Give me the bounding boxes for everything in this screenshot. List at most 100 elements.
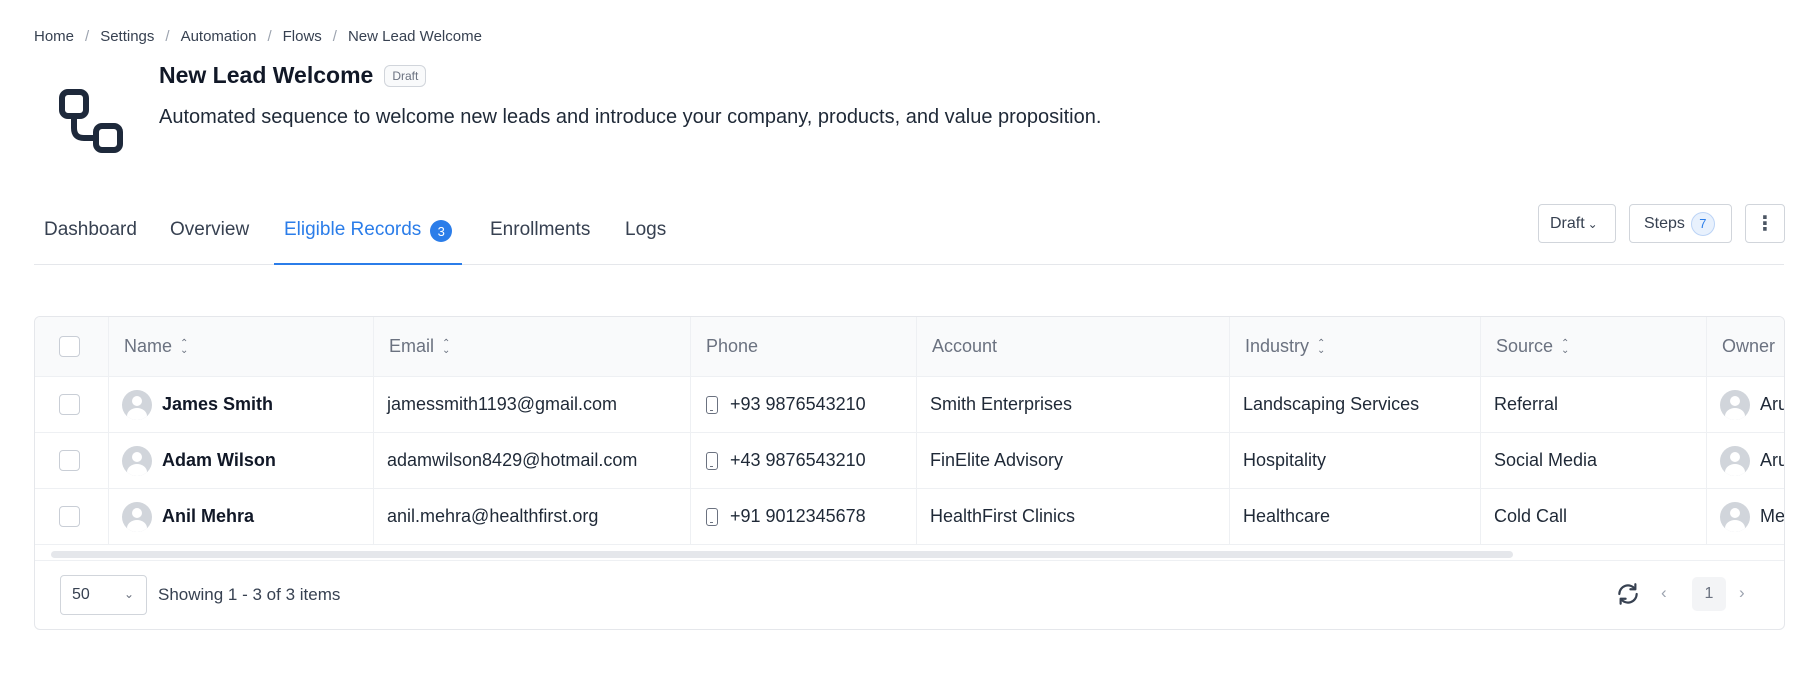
workflow-icon bbox=[59, 89, 123, 153]
status-badge: Draft bbox=[384, 64, 427, 87]
phone-cell: +43 9876543210 bbox=[690, 433, 916, 488]
flow-title-row: New Lead Welcome Draft bbox=[159, 62, 427, 89]
account-cell: HealthFirst Clinics bbox=[916, 489, 1229, 544]
sort-icon: ⌃ ⌄ bbox=[1561, 337, 1570, 356]
table-row[interactable]: Anil Mehra anil.mehra@healthfirst.org +9… bbox=[35, 489, 1785, 545]
tab-label: Enrollments bbox=[490, 219, 591, 240]
industry-cell: Hospitality bbox=[1229, 433, 1480, 488]
avatar bbox=[122, 501, 152, 532]
table-header-row: Name ⌃ ⌄ Email ⌃ ⌄ Phone Account Industry … bbox=[35, 317, 1784, 377]
column-header-account: Account bbox=[916, 317, 1229, 376]
status-select-value: Draft bbox=[1550, 214, 1585, 232]
sort-icon: ⌃ ⌄ bbox=[442, 337, 451, 356]
tab-overview[interactable]: Overview bbox=[170, 205, 249, 265]
vertical-dots-icon: ⋮ bbox=[1755, 213, 1775, 235]
sort-icon: ⌃ ⌄ bbox=[1317, 337, 1326, 356]
email-cell: adamwilson8429@hotmail.com bbox=[373, 433, 690, 488]
steps-button[interactable]: Steps 7 bbox=[1629, 204, 1732, 243]
record-name-link[interactable]: Anil Mehra bbox=[162, 506, 254, 527]
record-name-link[interactable]: Adam Wilson bbox=[162, 450, 276, 471]
breadcrumb-automation[interactable]: Automation bbox=[181, 28, 257, 45]
avatar bbox=[122, 389, 152, 420]
row-checkbox[interactable] bbox=[59, 394, 80, 415]
name-cell: James Smith bbox=[108, 377, 373, 432]
chevron-down-icon: ⌄ bbox=[123, 587, 134, 601]
phone-icon bbox=[706, 451, 718, 470]
tab-dashboard[interactable]: Dashboard bbox=[44, 205, 137, 265]
tab-logs[interactable]: Logs bbox=[625, 205, 666, 265]
column-label: Email bbox=[389, 336, 435, 356]
page-number-button[interactable]: 1 bbox=[1692, 577, 1726, 611]
column-label: Industry bbox=[1245, 336, 1310, 356]
source-cell: Cold Call bbox=[1480, 489, 1706, 544]
select-all-checkbox[interactable] bbox=[59, 336, 80, 357]
breadcrumb-separator: / bbox=[332, 28, 337, 45]
sort-icon: ⌃ ⌄ bbox=[180, 337, 189, 356]
owner-cell: Me bbox=[1706, 489, 1785, 544]
steps-label: Steps bbox=[1644, 214, 1685, 232]
breadcrumb-separator: / bbox=[85, 28, 90, 45]
tab-bar: Dashboard Overview Eligible Records 3 En… bbox=[34, 205, 1784, 265]
previous-page-chevron-icon[interactable]: ‹ bbox=[1661, 583, 1667, 603]
breadcrumb-separator: / bbox=[267, 28, 272, 45]
tab-enrollments[interactable]: Enrollments bbox=[490, 205, 590, 265]
source-cell: Referral bbox=[1480, 377, 1706, 432]
tab-label: Dashboard bbox=[44, 219, 137, 240]
phone-cell: +93 9876543210 bbox=[690, 377, 916, 432]
name-cell: Anil Mehra bbox=[108, 489, 373, 544]
owner-cell: Aru bbox=[1706, 433, 1784, 488]
name-cell: Adam Wilson bbox=[108, 433, 373, 488]
owner-name: Aru bbox=[1760, 394, 1784, 414]
column-header-email[interactable]: Email ⌃ ⌄ bbox=[373, 317, 690, 376]
avatar bbox=[1720, 501, 1750, 532]
column-label: Owner bbox=[1722, 336, 1776, 356]
tab-label: Logs bbox=[625, 219, 667, 240]
column-label: Phone bbox=[706, 336, 759, 356]
avatar bbox=[1720, 389, 1750, 420]
email-cell: anil.mehra@healthfirst.org bbox=[373, 489, 690, 544]
row-checkbox[interactable] bbox=[59, 506, 80, 527]
column-header-source[interactable]: Source ⌃ ⌄ bbox=[1480, 317, 1706, 376]
phone-number: +93 9876543210 bbox=[730, 394, 866, 414]
row-checkbox[interactable] bbox=[59, 450, 80, 471]
email-cell: jamessmith1193@gmail.com bbox=[373, 377, 690, 432]
breadcrumb-flows[interactable]: Flows bbox=[283, 28, 322, 45]
owner-cell: Aru bbox=[1706, 377, 1784, 432]
phone-icon bbox=[706, 507, 718, 526]
owner-name: Aru bbox=[1760, 450, 1784, 470]
column-header-industry[interactable]: Industry ⌃ ⌄ bbox=[1229, 317, 1480, 376]
table-footer: 50 ⌄ Showing 1 - 3 of 3 items ‹ 1 › bbox=[35, 560, 1784, 629]
row-select-cell bbox=[59, 433, 80, 488]
breadcrumb-home[interactable]: Home bbox=[34, 28, 74, 45]
chevron-down-icon: ⌄ bbox=[1587, 216, 1598, 231]
page-size-select[interactable]: 50 ⌄ bbox=[60, 575, 147, 615]
column-header-phone: Phone bbox=[690, 317, 916, 376]
refresh-icon[interactable] bbox=[1615, 581, 1641, 607]
page-title: New Lead Welcome bbox=[159, 62, 374, 88]
tab-eligible-records[interactable]: Eligible Records 3 bbox=[274, 205, 463, 265]
more-options-button[interactable]: ⋮ bbox=[1745, 204, 1785, 243]
avatar bbox=[122, 445, 152, 476]
row-select-cell bbox=[59, 489, 80, 544]
select-all-cell bbox=[59, 317, 80, 376]
account-cell: Smith Enterprises bbox=[916, 377, 1229, 432]
column-label: Name bbox=[124, 336, 173, 356]
next-page-chevron-icon[interactable]: › bbox=[1739, 583, 1745, 603]
tab-count-badge: 3 bbox=[430, 220, 453, 242]
column-header-name[interactable]: Name ⌃ ⌄ bbox=[108, 317, 373, 376]
table-row[interactable]: Adam Wilson adamwilson8429@hotmail.com +… bbox=[35, 433, 1784, 489]
steps-count-badge: 7 bbox=[1690, 211, 1715, 236]
horizontal-scrollbar[interactable] bbox=[51, 551, 1513, 558]
phone-number: +43 9876543210 bbox=[730, 450, 866, 470]
phone-icon bbox=[706, 395, 718, 414]
row-select-cell bbox=[59, 377, 80, 432]
pagination-summary: Showing 1 - 3 of 3 items bbox=[158, 585, 341, 604]
table-row[interactable]: James Smith jamessmith1193@gmail.com +93… bbox=[35, 377, 1784, 433]
record-name-link[interactable]: James Smith bbox=[162, 394, 273, 415]
breadcrumb-settings[interactable]: Settings bbox=[100, 28, 154, 45]
tab-label: Eligible Records bbox=[284, 219, 422, 240]
phone-number: +91 9012345678 bbox=[730, 506, 866, 526]
status-select[interactable]: Draft ⌄ bbox=[1538, 204, 1616, 243]
column-header-owner: Owner bbox=[1706, 317, 1784, 376]
owner-name: Me bbox=[1760, 506, 1785, 526]
